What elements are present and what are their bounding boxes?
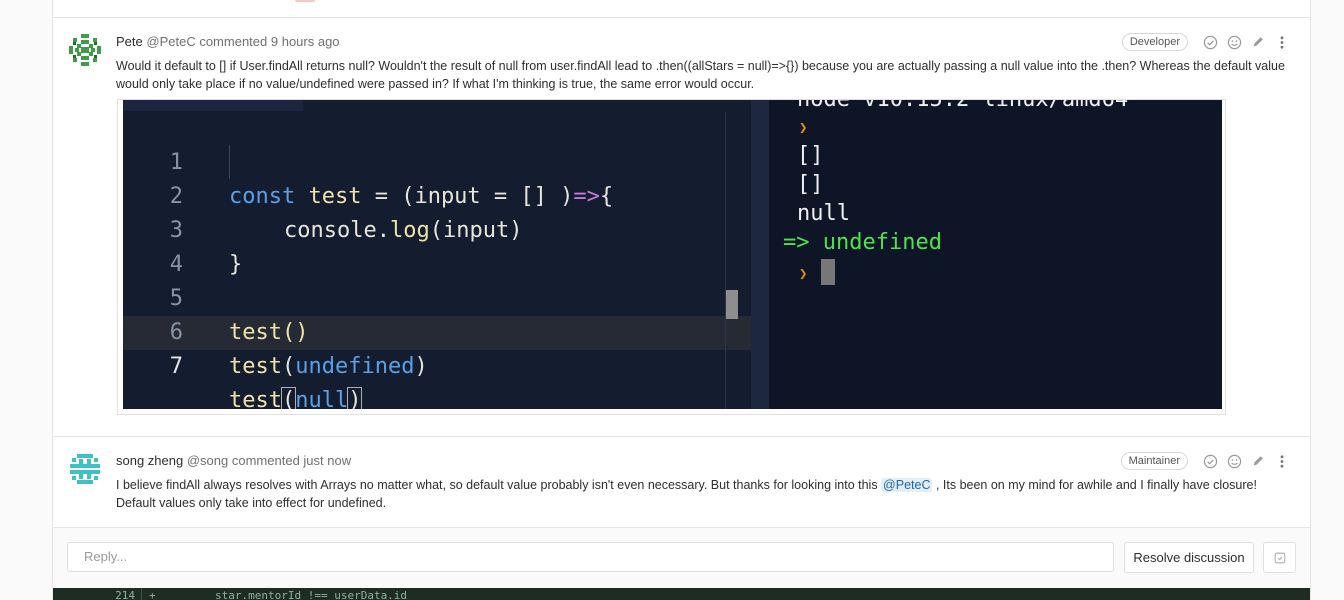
diff-line: 214 + star.mentorId !== userData.id — [53, 588, 1310, 600]
note-header: Pete @PeteC commented 9 hours ago — [116, 34, 340, 49]
resolve-new-issue-button[interactable] — [1263, 542, 1296, 573]
avatar[interactable] — [67, 451, 103, 487]
discussion-thread: Pete @PeteC commented 9 hours ago Develo… — [52, 0, 1311, 600]
diff-sign: + — [149, 589, 156, 600]
line-number: 7 — [169, 354, 183, 379]
minimap-edge — [725, 112, 726, 409]
diff-code: star.mentorId !== userData.id — [215, 589, 408, 600]
code-editor: 1 const test = (input = [] )=>{ 2 consol… — [123, 100, 751, 409]
note-actions: Developer — [1121, 32, 1294, 52]
editor-scrollbar[interactable] — [726, 290, 738, 319]
code-line: 5 test() — [123, 248, 751, 345]
author-handle[interactable]: @PeteC — [146, 34, 195, 49]
role-badge: Maintainer — [1120, 452, 1188, 470]
code-line: 1 const test = (input = [] )=>{ — [123, 112, 751, 209]
author-name[interactable]: Pete — [116, 34, 143, 49]
terminal-output: [] — [797, 172, 824, 197]
author-name[interactable]: song zheng — [116, 453, 183, 468]
resolve-discussion-button[interactable]: Resolve discussion — [1124, 542, 1254, 573]
terminal-header: node v10.15.2 linux/amd64 — [797, 100, 1128, 114]
emoji-smile-icon[interactable] — [1222, 451, 1246, 471]
terminal-prompt-icon: ❯ — [799, 120, 808, 136]
note-body: Would it default to [] if User.findAll r… — [116, 59, 1285, 91]
code-line: 6 test(undefined) — [123, 282, 751, 379]
note-action: commented — [231, 453, 300, 468]
note-song: song zheng @song commented just now Main… — [53, 437, 1310, 528]
terminal-result: => undefined — [783, 230, 942, 255]
more-actions-icon[interactable] — [1270, 32, 1294, 52]
role-badge: Developer — [1121, 33, 1188, 51]
previous-diff-marker — [295, 0, 315, 2]
reply-input[interactable]: Reply... — [67, 542, 1114, 572]
terminal-input-line: ❯ — [799, 258, 835, 288]
note-pete: Pete @PeteC commented 9 hours ago Develo… — [53, 18, 1310, 437]
terminal-output: [] — [797, 143, 824, 168]
diff-line-number[interactable]: 214 — [99, 589, 135, 600]
resolve-check-icon[interactable] — [1198, 451, 1222, 471]
code-text: test(null) — [229, 384, 363, 409]
screenshot-image: 1 const test = (input = [] )=>{ 2 consol… — [123, 100, 1222, 409]
edit-pencil-icon[interactable] — [1246, 32, 1270, 52]
reply-area: Reply... Resolve discussion — [53, 528, 1310, 588]
note-body: I believe findAll always resolves with A… — [116, 476, 1286, 512]
attached-screenshot[interactable]: 1 const test = (input = [] )=>{ 2 consol… — [117, 99, 1226, 415]
resolve-check-icon[interactable] — [1198, 32, 1222, 52]
code-line: 7 test(null) — [123, 316, 751, 409]
more-actions-icon[interactable] — [1270, 451, 1294, 471]
edit-pencil-icon[interactable] — [1246, 451, 1270, 471]
avatar[interactable] — [67, 32, 103, 68]
note-time[interactable]: 9 hours ago — [271, 34, 340, 49]
note-time[interactable]: just now — [303, 453, 351, 468]
new-issue-icon — [1274, 552, 1285, 563]
diff-separator — [141, 588, 142, 600]
code-line: 2 console.log(input) — [123, 146, 751, 243]
pane-divider — [751, 100, 769, 409]
code-line: 4 — [123, 214, 751, 277]
editor-tab — [123, 100, 303, 111]
terminal-pane: node v10.15.2 linux/amd64 ❯ [] [] null =… — [769, 100, 1222, 409]
user-mention-link[interactable]: @PeteC — [881, 478, 933, 492]
emoji-smile-icon[interactable] — [1222, 32, 1246, 52]
code-line: 3 } — [123, 180, 751, 277]
note-action: commented — [199, 34, 268, 49]
author-handle[interactable]: @song — [187, 453, 228, 468]
note-header: song zheng @song commented just now — [116, 453, 351, 468]
note-text: I believe findAll always resolves with A… — [116, 478, 882, 492]
terminal-cursor — [820, 259, 835, 285]
note-actions: Maintainer — [1120, 451, 1294, 471]
terminal-output: null — [797, 201, 850, 226]
